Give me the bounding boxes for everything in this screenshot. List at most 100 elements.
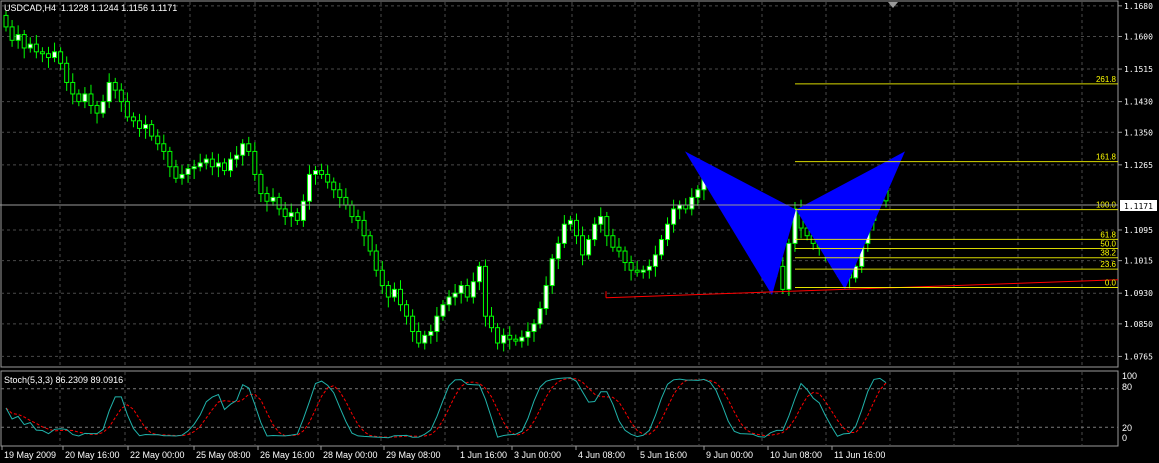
candle-body <box>288 212 294 218</box>
fib-label: 38.2 <box>1100 249 1116 258</box>
candle-body <box>567 219 573 225</box>
candle-body <box>422 334 428 344</box>
candle-body <box>458 285 464 294</box>
candle-body <box>149 124 155 137</box>
candle-body <box>658 239 664 256</box>
candle-body <box>337 189 343 198</box>
candle-body <box>100 101 106 114</box>
candle-body <box>404 304 410 317</box>
candle-body <box>33 43 39 53</box>
chart-canvas: 261.8161.8100.061.850.038.223.60.0 1.168… <box>0 0 1159 463</box>
candle-body <box>628 262 634 271</box>
price-label: 1.1265 <box>1124 161 1153 170</box>
fib-label: 0.0 <box>1105 278 1117 287</box>
candle-body <box>531 323 537 333</box>
candle-body <box>343 196 349 206</box>
time-label: 28 May 00:00 <box>323 450 378 460</box>
candle-body <box>258 173 264 195</box>
time-label: 29 May 08:00 <box>386 450 441 460</box>
time-label: 5 Jun 16:00 <box>640 450 687 460</box>
candle-body <box>70 81 76 95</box>
candle-body <box>246 143 252 152</box>
candle-body <box>482 265 488 317</box>
candle-body <box>300 200 306 221</box>
current-price-label: 1.1171 <box>1124 202 1153 211</box>
candle-body <box>173 166 179 179</box>
candle-body <box>428 331 434 336</box>
candle-body <box>495 327 501 344</box>
candle-body <box>209 158 215 168</box>
candle-body <box>367 235 373 252</box>
time-label: 11 Jun 16:00 <box>834 450 885 460</box>
candle-body <box>191 166 197 170</box>
candle-body <box>507 334 513 340</box>
candle-body <box>313 170 319 175</box>
candle-body <box>270 196 276 202</box>
candle-body <box>130 116 136 122</box>
candle-body <box>501 334 507 344</box>
candle-body <box>671 208 677 225</box>
candle-body <box>592 223 598 241</box>
candle-body <box>64 62 70 83</box>
candle-body <box>161 143 167 152</box>
candle-body <box>780 265 786 290</box>
candle-body <box>525 331 531 338</box>
candle-body <box>622 250 628 264</box>
price-label: 1.0850 <box>1124 320 1153 329</box>
candle-body <box>580 235 586 256</box>
price-label: 1.0930 <box>1124 289 1153 298</box>
candle-body <box>610 235 616 248</box>
candle-body <box>88 93 94 106</box>
candle-body <box>27 43 33 49</box>
candle-body <box>39 51 45 55</box>
fib-label: 61.8 <box>1100 230 1116 239</box>
candle-body <box>519 336 525 342</box>
price-label: 1.1680 <box>1124 2 1153 11</box>
candle-body <box>555 242 561 260</box>
time-label: 26 May 16:00 <box>260 450 315 460</box>
time-label: 1 Jun 16:00 <box>460 450 507 460</box>
candle-body <box>586 239 592 256</box>
candle-body <box>282 208 288 218</box>
stoch-level-100: 100 <box>1122 371 1137 381</box>
candle-body <box>549 258 555 287</box>
candle-body <box>118 89 124 103</box>
stoch-level-80: 80 <box>1122 382 1132 392</box>
price-label: 1.1600 <box>1124 32 1153 41</box>
candle-body <box>397 288 403 306</box>
candle-body <box>203 158 209 164</box>
candle-body <box>106 81 112 103</box>
time-label: 20 May 16:00 <box>65 450 120 460</box>
candle-body <box>361 219 367 237</box>
candle-body <box>616 246 622 252</box>
fib-label: 161.8 <box>1096 153 1117 162</box>
candle-body <box>124 101 130 118</box>
time-label: 25 May 08:00 <box>196 450 251 460</box>
chart-header: USDCAD,H4 1.1228 1.1244 1.1156 1.1171 <box>4 3 177 13</box>
price-label: 1.1350 <box>1124 128 1153 137</box>
candle-body <box>306 173 312 202</box>
candle-body <box>155 135 161 145</box>
price-label: 1.0765 <box>1124 352 1153 361</box>
price-label: 1.1515 <box>1124 65 1153 74</box>
candle-body <box>52 51 58 59</box>
indicator-header: Stoch(5,3,3) 86.2309 89.0916 <box>4 375 124 385</box>
candle-body <box>689 196 695 210</box>
stoch-level-20: 20 <box>1122 423 1132 433</box>
candle-body <box>137 120 143 129</box>
candle-body <box>385 285 391 298</box>
fib-label: 261.8 <box>1096 75 1117 84</box>
candle-body <box>179 173 185 179</box>
candle-body <box>143 124 149 129</box>
candle-body <box>464 285 470 298</box>
candle-body <box>228 158 234 172</box>
candle-body <box>561 223 567 244</box>
price-label: 1.1095 <box>1124 226 1153 235</box>
candle-body <box>665 223 671 241</box>
time-label: 9 Jun 00:00 <box>706 450 753 460</box>
candle-body <box>294 212 300 221</box>
candle-body <box>652 254 658 267</box>
candle-body <box>252 150 258 175</box>
candle-body <box>853 265 859 279</box>
candle-body <box>543 285 549 310</box>
